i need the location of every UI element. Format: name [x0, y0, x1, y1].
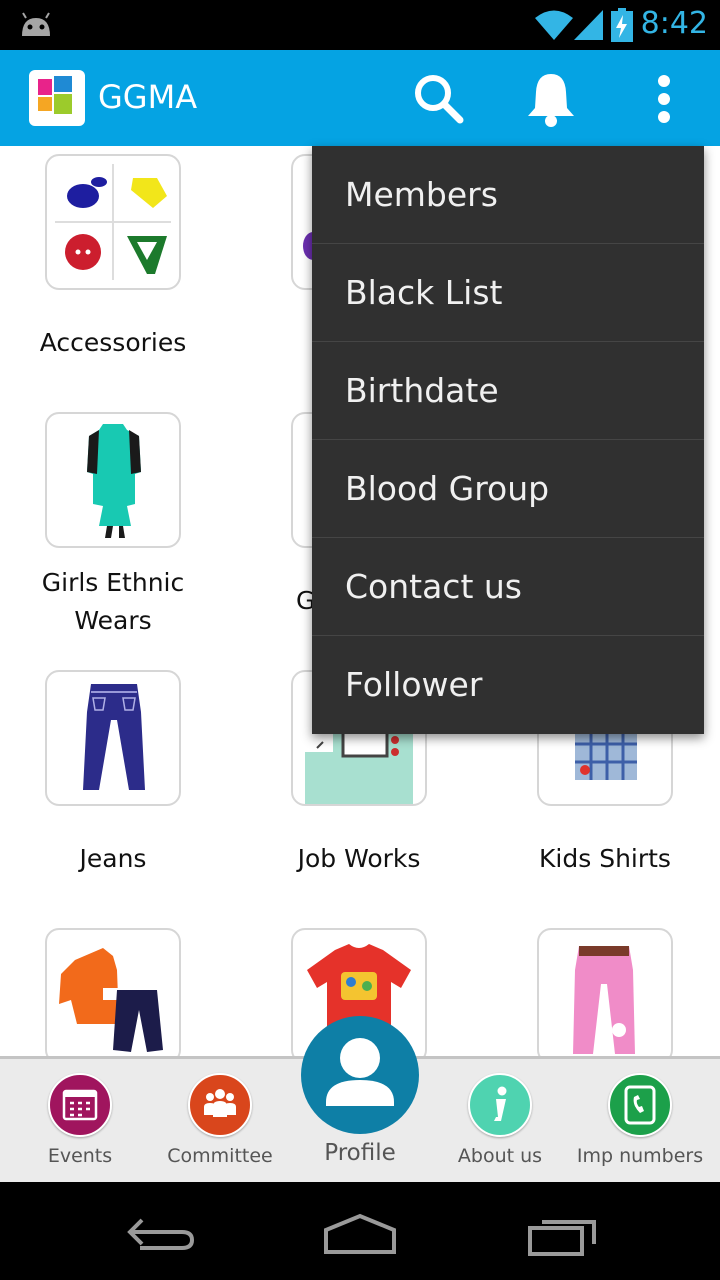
nav-about-us[interactable]: About us [430, 1059, 570, 1185]
nav-label: Events [47, 1145, 113, 1167]
menu-item-blood-group[interactable]: Blood Group [312, 440, 704, 538]
tile-label: Job Works [297, 844, 421, 873]
battery-charging-icon [611, 8, 633, 42]
menu-item-contact-us[interactable]: Contact us [312, 538, 704, 636]
app-title: GGMA [98, 78, 198, 116]
jeans-image [45, 670, 181, 806]
committee-group-icon [188, 1073, 252, 1137]
profile-button[interactable] [301, 1016, 419, 1134]
nav-committee[interactable]: Committee [150, 1059, 290, 1185]
profile-person-icon [326, 1038, 394, 1106]
nav-imp-numbers[interactable]: Imp numbers [570, 1059, 710, 1185]
kids-trousers-image [537, 928, 673, 1056]
tile-label: Kids Shirts [539, 844, 671, 873]
phonebook-icon [608, 1073, 672, 1137]
menu-item-birthdate[interactable]: Birthdate [312, 342, 704, 440]
girls-ethnic-wears-image [45, 412, 181, 548]
system-navigation-bar [0, 1182, 720, 1280]
status-clock: 8:42 [640, 6, 708, 41]
wifi-icon [535, 10, 573, 40]
search-icon[interactable] [412, 72, 466, 126]
menu-item-black-list[interactable]: Black List [312, 244, 704, 342]
nav-label: Imp numbers [576, 1145, 704, 1167]
notification-bell-icon[interactable] [524, 70, 578, 128]
events-calendar-icon [48, 1073, 112, 1137]
profile-label: Profile [324, 1140, 396, 1166]
android-debug-icon [22, 12, 50, 36]
status-bar: 8:42 [0, 0, 720, 50]
recent-apps-icon[interactable] [526, 1214, 598, 1256]
nav-events[interactable]: Events [10, 1059, 150, 1185]
menu-item-members[interactable]: Members [312, 146, 704, 244]
nav-label: Committee [167, 1145, 273, 1167]
tile-label: Girls Ethnic Wears [41, 568, 185, 635]
overflow-dropdown-menu: Members Black List Birthdate Blood Group… [312, 146, 704, 734]
tile-label: Accessories [39, 328, 187, 357]
signal-icon [574, 10, 603, 40]
app-logo [29, 70, 85, 126]
home-icon[interactable] [322, 1212, 398, 1254]
app-bar: GGMA [0, 50, 720, 146]
overflow-menu-icon[interactable] [650, 74, 678, 124]
menu-item-follower[interactable]: Follower [312, 636, 704, 734]
nav-label: About us [457, 1145, 543, 1167]
tile-label: Jeans [79, 844, 147, 873]
accessories-image [45, 154, 181, 290]
back-icon[interactable] [124, 1214, 196, 1254]
kids-wear-image [45, 928, 181, 1056]
about-info-icon [468, 1073, 532, 1137]
